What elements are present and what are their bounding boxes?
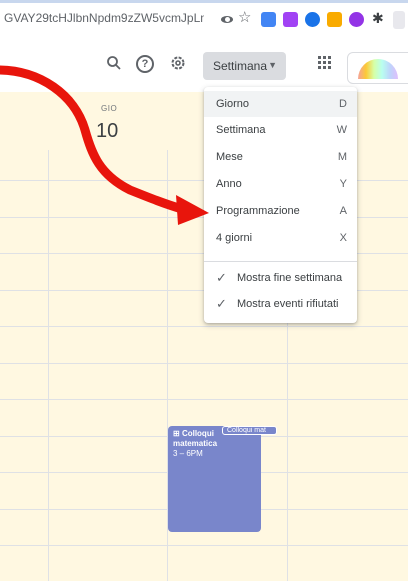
menu-item-week[interactable]: Settimana W <box>204 117 357 143</box>
event-time: 3 – 6PM <box>173 449 203 458</box>
menu-option-show-weekends[interactable]: ✓ Mostra fine settimana <box>204 265 357 291</box>
calendar-event-chip[interactable]: Colloqui mat <box>222 426 277 435</box>
grid-hour-line <box>0 545 408 546</box>
chevron-down-icon: ▼ <box>268 60 277 70</box>
extension-icon[interactable] <box>261 12 276 27</box>
check-icon: ✓ <box>216 270 227 285</box>
search-icon[interactable] <box>106 55 122 75</box>
view-menu: Giorno D Settimana W Mese M Anno Y Progr… <box>204 87 357 323</box>
menu-item-label: Giorno <box>216 98 250 110</box>
menu-item-label: Programmazione <box>216 205 300 217</box>
menu-item-label: Anno <box>216 178 242 190</box>
menu-item-shortcut: A <box>339 205 347 217</box>
check-icon: ✓ <box>216 296 227 311</box>
extension-icon[interactable] <box>305 12 320 27</box>
settings-icon[interactable] <box>170 55 186 75</box>
menu-item-schedule[interactable]: Programmazione A <box>204 198 357 224</box>
grid-column-divider <box>48 150 49 581</box>
browser-menu-button[interactable] <box>393 11 405 29</box>
menu-item-shortcut: W <box>336 124 347 136</box>
grid-hour-line <box>0 326 408 327</box>
account-logo[interactable] <box>347 52 408 84</box>
menu-item-year[interactable]: Anno Y <box>204 171 357 197</box>
extension-icon[interactable] <box>349 12 364 27</box>
menu-item-shortcut: Y <box>339 178 347 190</box>
view-select-label: Settimana <box>213 59 268 73</box>
day-name: GIO <box>101 104 118 113</box>
extension-icon[interactable] <box>327 12 342 27</box>
menu-item-label: Mese <box>216 151 243 163</box>
grid-hour-line <box>0 363 408 364</box>
extension-icon[interactable] <box>283 12 298 27</box>
calendar-header: ? Settimana ▼ <box>0 40 408 92</box>
menu-item-shortcut: D <box>339 98 347 110</box>
menu-divider <box>204 261 357 262</box>
menu-item-shortcut: X <box>339 232 347 244</box>
menu-item-label: 4 giorni <box>216 232 253 244</box>
menu-item-4-days[interactable]: 4 giorni X <box>204 225 357 251</box>
menu-item-shortcut: M <box>337 151 347 163</box>
event-title: Colloqui matematica <box>173 429 218 448</box>
help-icon[interactable]: ? <box>136 55 154 73</box>
puzzle-icon[interactable]: ✱ <box>372 9 387 26</box>
view-select[interactable]: Settimana ▼ <box>203 52 286 80</box>
menu-item-day[interactable]: Giorno D <box>204 91 357 117</box>
apps-icon[interactable] <box>318 56 332 70</box>
grid-icon: ⊞ <box>173 429 180 438</box>
grid-hour-line <box>0 399 408 400</box>
menu-item-month[interactable]: Mese M <box>204 144 357 170</box>
eye-icon[interactable] <box>220 12 235 27</box>
menu-item-label: Settimana <box>216 124 266 136</box>
browser-toolbar: GVAY29tcHJlbnNpdm9zZW5vcmJpLmV... ☆ ✱ <box>0 0 408 40</box>
menu-option-label: Mostra eventi rifiutati <box>237 298 339 310</box>
star-icon[interactable]: ☆ <box>238 9 253 26</box>
day-number[interactable]: 10 <box>96 120 118 143</box>
menu-option-show-declined[interactable]: ✓ Mostra eventi rifiutati <box>204 291 357 317</box>
calendar-event[interactable]: ⊞ Colloqui matematica 3 – 6PM <box>168 426 261 532</box>
menu-option-label: Mostra fine settimana <box>237 272 343 284</box>
url-text[interactable]: GVAY29tcHJlbnNpdm9zZW5vcmJpLmV... <box>4 11 204 25</box>
